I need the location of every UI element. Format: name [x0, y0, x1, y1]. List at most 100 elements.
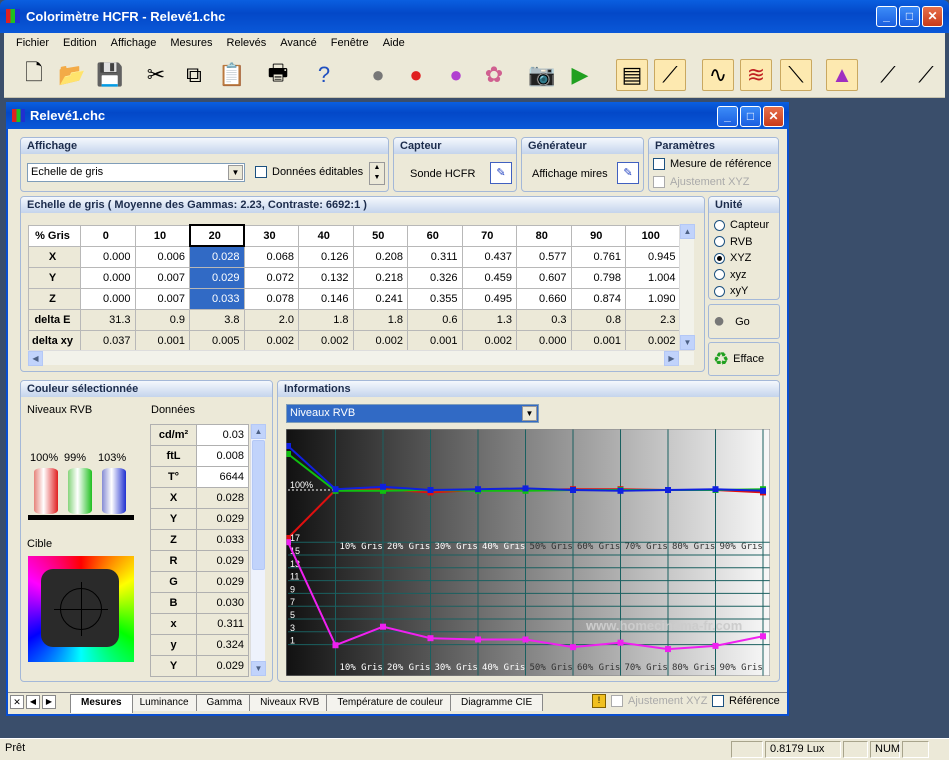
view-data-icon[interactable]: ▤	[616, 59, 648, 91]
table-cell[interactable]: 0.007	[134, 287, 190, 310]
table-cell[interactable]: 0.000	[80, 287, 136, 310]
child-maximize-button[interactable]: □	[740, 106, 761, 127]
table-cell[interactable]: 0.000	[80, 245, 136, 268]
table-cell[interactable]: 0.607	[516, 266, 572, 289]
scroll-down-icon[interactable]: ▼	[680, 335, 695, 350]
table-cell[interactable]: 0.495	[461, 287, 517, 310]
table-cell[interactable]: 2.3	[625, 308, 681, 331]
scroll-up-icon[interactable]: ▲	[251, 424, 266, 439]
column-header[interactable]: 90	[570, 224, 626, 247]
table-cell[interactable]: 0.028	[189, 245, 245, 268]
help-icon[interactable]: ?	[308, 59, 340, 91]
data-vscrollbar[interactable]: ▲ ▼	[250, 424, 266, 676]
table-cell[interactable]: 0.002	[625, 329, 681, 352]
spin-button[interactable]: ▲ ▼	[369, 162, 385, 185]
scroll-down-icon[interactable]: ▼	[251, 661, 266, 676]
column-header[interactable]: 0	[80, 224, 136, 247]
child-close-button[interactable]: ✕	[763, 106, 784, 127]
minimize-button[interactable]: _	[876, 6, 897, 27]
table-cell[interactable]: 1.3	[461, 308, 517, 331]
column-header[interactable]: 10	[134, 224, 190, 247]
menu-avance[interactable]: Avancé	[280, 37, 317, 49]
table-cell[interactable]: 0.001	[134, 329, 190, 352]
table-cell[interactable]: 1.090	[625, 287, 681, 310]
table-cell[interactable]: 0.577	[516, 245, 572, 268]
tab-luminance[interactable]: Luminance	[128, 694, 200, 711]
view-rgb-icon[interactable]: ≋	[740, 59, 772, 91]
affichage-select[interactable]: Echelle de gris ▼	[27, 163, 245, 182]
table-cell[interactable]: 0.002	[352, 329, 408, 352]
column-header[interactable]: % Gris	[28, 224, 81, 247]
view-luminance-icon[interactable]: ⟋	[654, 59, 686, 91]
table-cell[interactable]: 0.798	[570, 266, 626, 289]
table-cell[interactable]: 0.126	[298, 245, 354, 268]
table-cell[interactable]: 0.660	[516, 287, 572, 310]
view-temperature-icon[interactable]: ⟍	[780, 59, 812, 91]
tab-temp-rature-de-couleur[interactable]: Température de couleur	[326, 694, 454, 711]
table-cell[interactable]: 0.459	[461, 266, 517, 289]
go-button[interactable]: ● Go	[708, 304, 780, 339]
close-button[interactable]: ✕	[922, 6, 943, 27]
table-cell[interactable]: 0.208	[352, 245, 408, 268]
table-cell[interactable]: 0.945	[625, 245, 681, 268]
table-cell[interactable]: 0.072	[243, 266, 299, 289]
print-icon[interactable]: 🖶	[262, 59, 294, 91]
play-icon[interactable]: ▶	[564, 59, 596, 91]
chevron-down-icon[interactable]: ▼	[228, 165, 243, 180]
table-cell[interactable]: 1.8	[352, 308, 408, 331]
unit-radio-capteur[interactable]: Capteur	[714, 217, 769, 234]
table-cell[interactable]: 0.001	[407, 329, 463, 352]
table-cell[interactable]: 0.3	[516, 308, 572, 331]
menu-affichage[interactable]: Affichage	[111, 37, 157, 49]
column-header[interactable]: 50	[352, 224, 408, 247]
table-cell[interactable]: 0.326	[407, 266, 463, 289]
capteur-config-icon[interactable]: ✎	[490, 162, 512, 184]
measure-primaries-icon[interactable]: ●	[400, 59, 432, 91]
cut-icon[interactable]: ✂	[140, 59, 172, 91]
column-header[interactable]: 30	[243, 224, 299, 247]
table-cell[interactable]: 0.9	[134, 308, 190, 331]
view-gamma-icon[interactable]: ∿	[702, 59, 734, 91]
child-minimize-button[interactable]: _	[717, 106, 738, 127]
view-cie-icon[interactable]: ▲	[826, 59, 858, 91]
table-cell[interactable]: 0.037	[80, 329, 136, 352]
measure-gray-icon[interactable]: ●	[362, 59, 394, 91]
unit-radio-xyy[interactable]: xyY	[714, 283, 769, 300]
table-cell[interactable]: 1.004	[625, 266, 681, 289]
column-header[interactable]: 70	[461, 224, 517, 247]
table-cell[interactable]: 0.068	[243, 245, 299, 268]
open-folder-icon[interactable]: 📂	[56, 59, 88, 91]
tab-diagramme-cie[interactable]: Diagramme CIE	[449, 694, 544, 711]
menu-releves[interactable]: Relevés	[227, 37, 267, 49]
view-gamma2-icon[interactable]: ⟋	[910, 59, 942, 91]
scroll-up-icon[interactable]: ▲	[680, 224, 695, 239]
table-cell[interactable]: 0.078	[243, 287, 299, 310]
tab-niveaux-rvb[interactable]: Niveaux RVB	[249, 694, 331, 711]
new-file-icon[interactable]: 🗋	[18, 59, 50, 91]
column-header[interactable]: 100	[625, 224, 681, 247]
table-cell[interactable]: 0.029	[189, 266, 245, 289]
table-cell[interactable]: 0.002	[461, 329, 517, 352]
tab-prev-icon[interactable]: ◀	[26, 695, 40, 709]
table-cell[interactable]: 0.000	[516, 329, 572, 352]
table-cell[interactable]: 3.8	[189, 308, 245, 331]
table-cell[interactable]: 0.005	[189, 329, 245, 352]
menu-fichier[interactable]: Fichier	[16, 37, 49, 49]
scroll-thumb[interactable]	[252, 440, 265, 570]
table-cell[interactable]: 0.761	[570, 245, 626, 268]
tab-gamma[interactable]: Gamma	[195, 694, 254, 711]
generateur-config-icon[interactable]: ✎	[617, 162, 639, 184]
bottom-reference-checkbox[interactable]: Référence	[712, 695, 780, 708]
tab-mesures[interactable]: Mesures	[70, 694, 133, 713]
menu-mesures[interactable]: Mesures	[170, 37, 212, 49]
reference-checkbox[interactable]: Mesure de référence	[653, 158, 772, 171]
table-cell[interactable]: 0.355	[407, 287, 463, 310]
efface-button[interactable]: ♻ Efface	[708, 342, 780, 376]
scroll-right-icon[interactable]: ▶	[664, 351, 679, 366]
table-cell[interactable]: 0.437	[461, 245, 517, 268]
table-cell[interactable]: 0.218	[352, 266, 408, 289]
table-cell[interactable]: 0.033	[189, 287, 245, 310]
table-cell[interactable]: 0.001	[570, 329, 626, 352]
chevron-down-icon[interactable]: ▼	[522, 406, 537, 421]
table-cell[interactable]: 0.132	[298, 266, 354, 289]
